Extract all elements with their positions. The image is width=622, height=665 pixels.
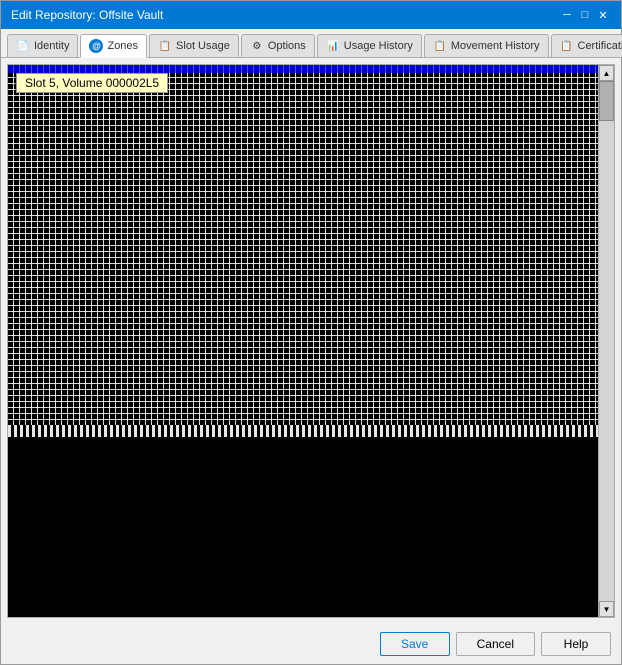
tab-movement-history-label: Movement History (451, 40, 540, 52)
tab-movement-history[interactable]: 📋 Movement History (424, 34, 549, 57)
options-tab-icon: ⚙ (250, 39, 264, 53)
window-title: Edit Repository: Offsite Vault (11, 8, 163, 22)
tabs-bar: 📄 Identity @ Zones 📋 Slot Usage ⚙ Option… (1, 29, 621, 58)
tab-options[interactable]: ⚙ Options (241, 34, 315, 57)
tab-identity-label: Identity (34, 40, 69, 52)
tab-zones-label: Zones (107, 40, 138, 52)
grid-bottom-dots (8, 425, 598, 437)
tab-options-label: Options (268, 40, 306, 52)
zones-tab-icon: @ (89, 39, 103, 53)
help-button[interactable]: Help (541, 632, 611, 656)
scrollbar[interactable]: ▲ ▼ (598, 65, 614, 617)
footer: Save Cancel Help (1, 624, 621, 664)
tab-identity[interactable]: 📄 Identity (7, 34, 78, 57)
scrollbar-track[interactable] (599, 81, 614, 601)
slot-usage-tab-icon: 📋 (158, 39, 172, 53)
tab-usage-history[interactable]: 📊 Usage History (317, 34, 422, 57)
tab-certification[interactable]: 📋 Certification (551, 34, 622, 57)
scroll-up-button[interactable]: ▲ (599, 65, 614, 81)
certification-tab-icon: 📋 (560, 39, 574, 53)
tab-certification-label: Certification (578, 40, 622, 52)
slot-view[interactable]: Slot 5, Volume 000002L5 ▲ ▼ (7, 64, 615, 618)
cancel-button[interactable]: Cancel (456, 632, 535, 656)
identity-tab-icon: 📄 (16, 39, 30, 53)
scroll-down-button[interactable]: ▼ (599, 601, 614, 617)
title-controls: ─ □ ✕ (559, 7, 611, 23)
maximize-button[interactable]: □ (577, 7, 593, 23)
tab-slot-usage-label: Slot Usage (176, 40, 230, 52)
main-window: Edit Repository: Offsite Vault ─ □ ✕ 📄 I… (0, 0, 622, 665)
close-button[interactable]: ✕ (595, 7, 611, 23)
tab-slot-usage[interactable]: 📋 Slot Usage (149, 34, 239, 57)
minimize-button[interactable]: ─ (559, 7, 575, 23)
scrollbar-thumb[interactable] (599, 81, 614, 121)
usage-history-tab-icon: 📊 (326, 39, 340, 53)
slot-tooltip: Slot 5, Volume 000002L5 (16, 73, 168, 93)
title-bar: Edit Repository: Offsite Vault ─ □ ✕ (1, 1, 621, 29)
tab-zones[interactable]: @ Zones (80, 34, 147, 58)
movement-history-tab-icon: 📋 (433, 39, 447, 53)
save-button[interactable]: Save (380, 632, 450, 656)
grid-top-blue (8, 65, 598, 73)
grid-bottom-black (8, 437, 598, 617)
tab-usage-history-label: Usage History (344, 40, 413, 52)
content-area: Slot 5, Volume 000002L5 ▲ ▼ (1, 58, 621, 624)
